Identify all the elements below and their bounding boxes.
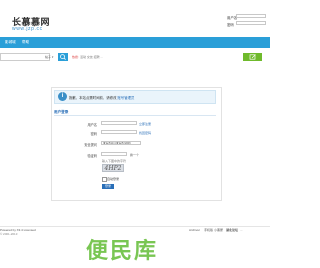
login-submit-button[interactable]: 登录 <box>102 184 114 189</box>
security-question-select[interactable]: 未设置可以未设置(选择) <box>101 141 141 145</box>
remember-label: 自动登录 <box>107 177 120 181</box>
captcha-refresh-link[interactable]: 换一个 <box>130 153 139 157</box>
header-password-label: 密码 <box>227 23 234 27</box>
header-password-input[interactable] <box>236 21 266 25</box>
nav-item-city[interactable]: 影城城 <box>5 40 16 45</box>
hot-search-label: 热搜: <box>72 55 79 59</box>
notice-link[interactable]: 账号管理员 <box>117 96 134 100</box>
footer-archiver[interactable]: Archiver <box>189 228 200 232</box>
captcha-image[interactable]: 4HP2 <box>102 164 124 172</box>
header-username-input[interactable] <box>236 14 266 18</box>
footer-divider <box>0 226 270 227</box>
captcha-input[interactable] <box>101 152 127 156</box>
captcha-hint: 输入下图中的字符 <box>102 159 127 163</box>
username-label: 用户名 <box>87 123 97 127</box>
password-label: 密码 <box>90 132 97 136</box>
security-question-label: 安全提问 <box>84 143 97 147</box>
footer-forum[interactable]: 湖北论坛 <box>226 228 238 232</box>
forgot-password-link[interactable]: 找回密码 <box>139 131 151 135</box>
hot-search-items[interactable]: 活动 交友 招聘 ... <box>80 55 103 59</box>
edit-icon <box>249 54 256 60</box>
form-divider <box>54 115 216 116</box>
notice-text: 抱歉，本站点需时间前，请修改 <box>69 96 117 100</box>
search-button[interactable] <box>58 53 68 61</box>
footer-mobile[interactable]: 手机版 <box>204 228 213 232</box>
footer-blacklist[interactable]: 小黑屋 <box>214 228 223 232</box>
search-icon <box>60 54 66 60</box>
search-input[interactable] <box>0 53 50 61</box>
search-category-select[interactable]: 帖子 ▾ <box>45 55 53 59</box>
password-input[interactable] <box>101 130 137 134</box>
info-icon: i <box>58 92 67 101</box>
username-input[interactable] <box>101 121 137 125</box>
watermark-logo: 便民库 <box>86 239 159 264</box>
footer-copyright: © 2001-2013 <box>0 232 18 236</box>
footer-more[interactable]: ... <box>240 228 243 232</box>
site-url: www.jzp.cc <box>12 26 43 32</box>
nav-item-help[interactable]: 帮助 <box>22 40 29 45</box>
new-post-button[interactable] <box>243 53 262 61</box>
register-link[interactable]: 立即注册 <box>139 122 151 126</box>
main-nav <box>0 37 270 48</box>
captcha-label: 验证码 <box>87 154 97 158</box>
